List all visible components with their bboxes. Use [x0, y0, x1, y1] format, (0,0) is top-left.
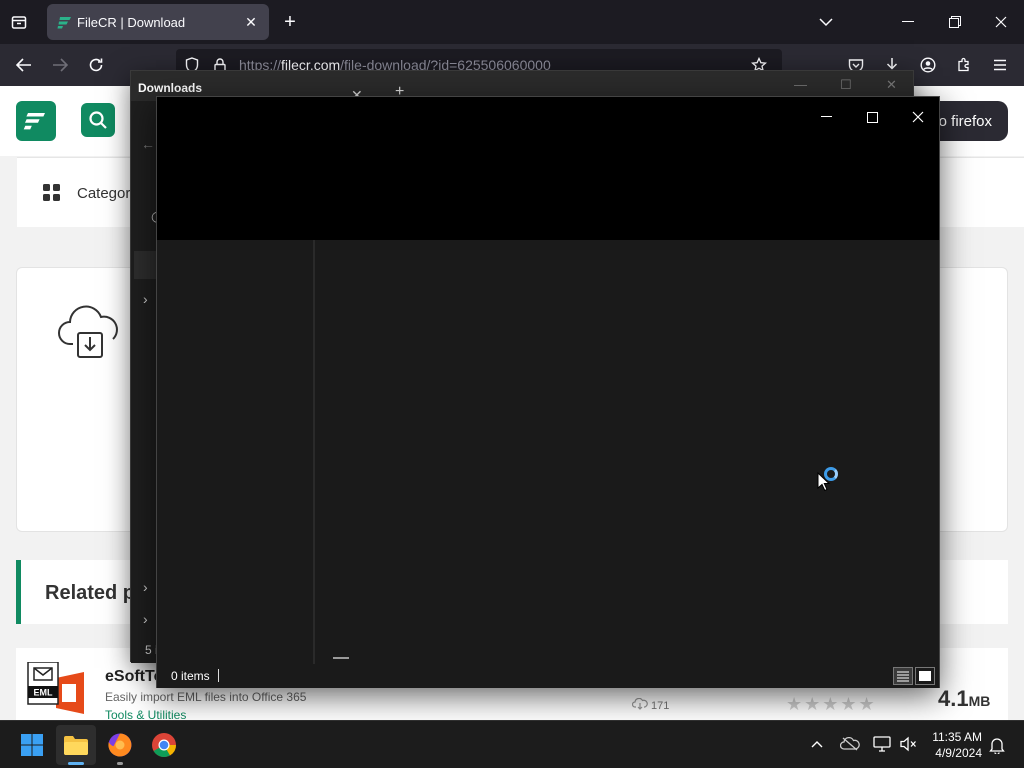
tab-list-icon[interactable] [8, 12, 30, 32]
item-count: 0 items [171, 669, 210, 683]
file-explorer-window-loading[interactable]: 0 items [156, 96, 940, 688]
mouse-cursor-icon [817, 472, 831, 492]
show-hidden-icons-chevron-icon[interactable] [808, 735, 826, 753]
thumbnail-view-icon [919, 671, 931, 681]
file-list-pane[interactable] [317, 240, 939, 664]
close-window-icon[interactable] [991, 12, 1011, 32]
explorer-bg-selected-nav-item[interactable] [134, 251, 158, 279]
product-size: 4.1MB [938, 686, 990, 712]
clock-time: 11:35 AM [932, 730, 982, 744]
explorer-header-area [157, 97, 939, 240]
categories-label[interactable]: Categori [77, 185, 134, 202]
navigation-pane[interactable] [157, 240, 315, 664]
firefox-logo-icon [108, 733, 132, 757]
maximize-icon[interactable] [849, 103, 895, 131]
download-count-icon [632, 698, 648, 710]
grid-icon [43, 184, 60, 201]
details-view-icon [897, 671, 909, 682]
filecr-logo[interactable] [16, 101, 56, 141]
start-button[interactable] [12, 725, 52, 765]
filecr-logo-icon [23, 113, 45, 130]
thumbnail-view-button[interactable] [915, 667, 935, 685]
eml-to-office-icon: EML [27, 662, 84, 714]
product-rating-stars: ★★★★★ [786, 694, 877, 714]
details-view-button[interactable] [893, 667, 913, 685]
browser-tab[interactable]: FileCR | Download ✕ [47, 4, 269, 40]
extensions-icon[interactable] [954, 55, 974, 75]
windows-logo-icon [21, 734, 43, 756]
explorer-bg-back-icon[interactable]: ← [141, 136, 155, 152]
list-all-tabs-icon[interactable] [816, 12, 836, 32]
onedrive-offline-icon[interactable] [840, 735, 860, 753]
back-icon[interactable] [14, 55, 34, 75]
product-category-link[interactable]: Tools & Utilities [105, 708, 186, 720]
filecr-favicon-icon [57, 17, 71, 29]
account-icon[interactable] [918, 55, 938, 75]
explorer-bg-expand-icon[interactable]: › [143, 291, 148, 307]
explorer-bg-expand-icon[interactable]: › [143, 611, 148, 627]
notification-bell-icon[interactable] [988, 735, 1006, 755]
chrome-logo-icon [152, 733, 176, 758]
running-app-indicator [117, 762, 123, 765]
product-size-value: 4.1 [938, 686, 969, 711]
related-title: Related p [45, 582, 136, 604]
taskbar: 11:35 AM 4/9/2024 [0, 720, 1024, 768]
status-bar: 0 items [157, 664, 939, 688]
firefox-addon-label: o firefox [938, 112, 992, 130]
clock[interactable]: 11:35 AM 4/9/2024 [926, 729, 982, 761]
folder-icon [64, 736, 88, 755]
product-description: Easily import EML files into Office 365 [105, 690, 307, 704]
browser-tab-bar: FileCR | Download ✕ + [0, 0, 1024, 44]
restore-window-icon[interactable] [945, 12, 965, 32]
taskbar-file-explorer[interactable] [56, 725, 96, 765]
app-menu-icon[interactable] [990, 55, 1010, 75]
network-icon[interactable] [872, 735, 892, 753]
forward-icon[interactable] [50, 55, 70, 75]
taskbar-chrome[interactable] [144, 725, 184, 765]
active-app-indicator [68, 762, 84, 765]
status-divider [218, 669, 219, 682]
tab-close-icon[interactable]: ✕ [241, 12, 261, 32]
eml-badge-text: EML [34, 688, 54, 698]
explorer-bg-maximize-icon[interactable]: ☐ [840, 77, 852, 93]
minimize-window-icon[interactable] [898, 12, 918, 32]
product-download-count: 171 [651, 700, 670, 712]
search-icon [89, 111, 107, 129]
explorer-bg-tab-label: Downloads [138, 81, 203, 95]
explorer-bg-nav-strip: ← ◷ › › › [131, 101, 163, 663]
clock-date: 4/9/2024 [935, 746, 982, 760]
explorer-bg-expand-icon[interactable]: › [143, 579, 148, 595]
taskbar-firefox[interactable] [100, 725, 140, 765]
tab-title: FileCR | Download [77, 15, 186, 30]
horizontal-scrollbar[interactable] [333, 657, 349, 659]
explorer-bg-close-icon[interactable]: ✕ [886, 77, 897, 93]
explorer-bg-minimize-icon[interactable]: — [794, 77, 807, 92]
new-tab-icon[interactable]: + [280, 11, 300, 33]
search-button[interactable] [81, 103, 115, 137]
minimize-icon[interactable] [803, 103, 849, 131]
reload-icon[interactable] [86, 55, 106, 75]
cloud-download-icon [58, 305, 118, 358]
product-size-unit: MB [968, 693, 991, 709]
close-icon[interactable] [895, 103, 941, 131]
product-name[interactable]: eSoftTo [105, 668, 163, 686]
volume-muted-icon[interactable] [898, 735, 918, 753]
